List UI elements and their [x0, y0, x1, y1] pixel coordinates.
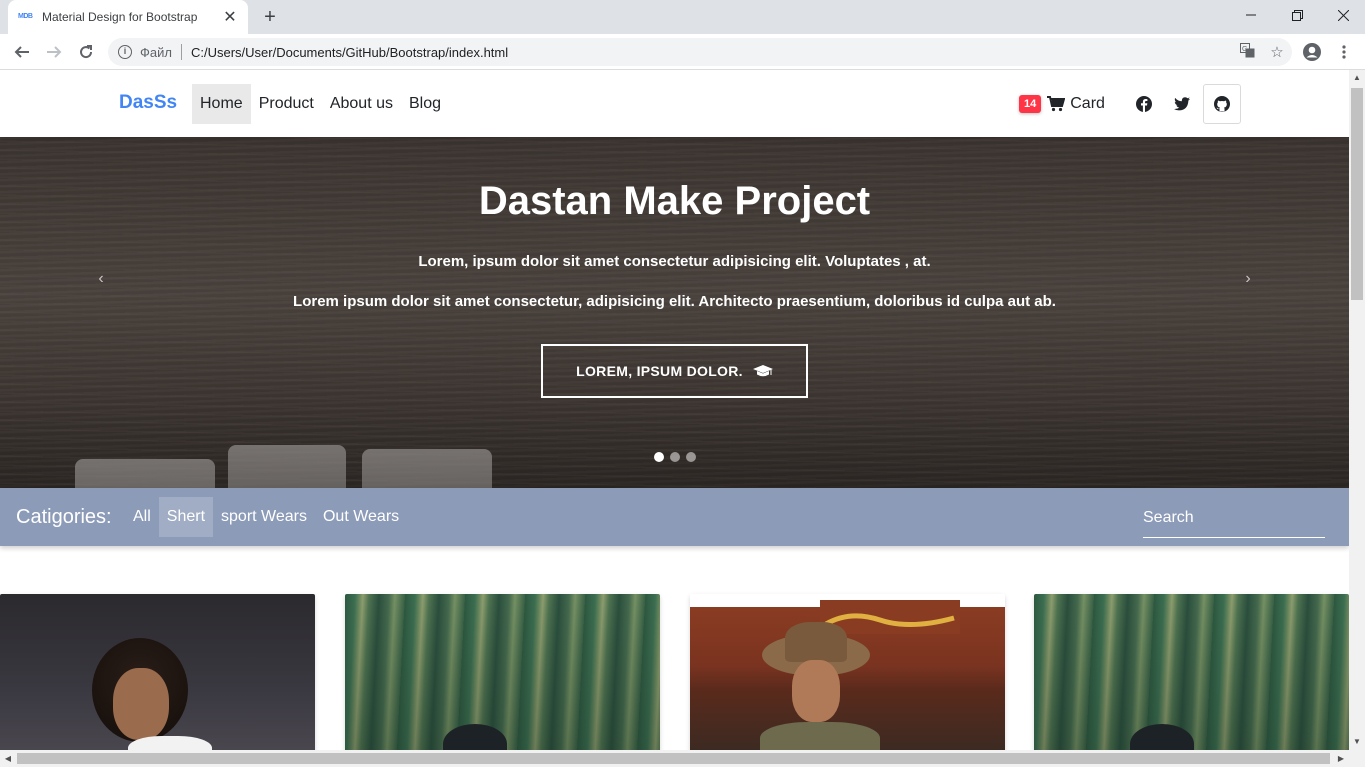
nav-link-blog[interactable]: Blog — [401, 84, 449, 124]
product-card[interactable] — [0, 594, 315, 750]
twitter-link[interactable] — [1163, 84, 1201, 124]
bookmark-star-icon[interactable]: ☆ — [1262, 43, 1292, 61]
svg-text:G: G — [1242, 46, 1247, 53]
browser-tabstrip: MDB Material Design for Bootstrap ✕ + — [0, 0, 1365, 34]
address-bar[interactable]: i Файл C:/Users/User/Documents/GitHub/Bo… — [108, 38, 1292, 66]
scroll-up-icon[interactable]: ▲ — [1349, 70, 1365, 86]
carousel-indicator[interactable] — [686, 452, 696, 462]
back-arrow-icon[interactable] — [8, 38, 36, 66]
translate-icon[interactable]: G — [1232, 42, 1262, 62]
twitter-icon — [1173, 97, 1190, 111]
hero-cta-button[interactable]: LOREM, IPSUM DOLOR. — [541, 344, 808, 398]
horizontal-scroll-thumb[interactable] — [17, 753, 1330, 764]
brand-logo[interactable]: DasSs — [119, 92, 177, 114]
keyboard-key-image — [362, 449, 492, 488]
tab-close-icon[interactable]: ✕ — [222, 7, 238, 27]
nav-link-home[interactable]: Home — [192, 84, 251, 124]
carousel-indicators — [654, 452, 702, 462]
category-links: All Shert sport Wears Out Wears — [125, 497, 407, 537]
facebook-link[interactable] — [1125, 84, 1163, 124]
facebook-icon — [1135, 96, 1152, 112]
category-shert[interactable]: Shert — [158, 497, 214, 537]
tab-title: Material Design for Bootstrap — [42, 10, 198, 24]
hero-text-line1: Lorem, ipsum dolor sit amet consectetur … — [418, 253, 931, 270]
forward-arrow-icon[interactable] — [40, 38, 68, 66]
carousel-next-icon[interactable]: › — [1238, 269, 1258, 289]
category-out-wears[interactable]: Out Wears — [315, 497, 407, 537]
mdb-favicon-icon: MDB — [18, 13, 33, 20]
graduation-cap-icon — [752, 365, 773, 377]
page-viewport: DasSs Home Product About us Blog 14 Card — [0, 70, 1349, 750]
hero-cta-label: LOREM, IPSUM DOLOR. — [576, 363, 743, 379]
hero-text-line2: Lorem ipsum dolor sit amet consectetur, … — [293, 293, 1056, 310]
cart-label: Card — [1070, 95, 1105, 112]
carousel-indicator[interactable] — [654, 452, 664, 462]
profile-icon[interactable] — [1298, 38, 1326, 66]
github-icon — [1213, 96, 1230, 112]
nav-link-about[interactable]: About us — [322, 84, 401, 124]
cart-link[interactable]: Card — [1047, 95, 1105, 113]
scroll-right-icon[interactable]: ▶ — [1333, 750, 1349, 767]
shopping-cart-icon — [1047, 96, 1066, 112]
product-image — [1130, 724, 1194, 750]
nav-link-product[interactable]: Product — [251, 84, 322, 124]
horizontal-scrollbar[interactable]: ◀ ▶ — [0, 750, 1365, 767]
address-url[interactable]: C:/Users/User/Documents/GitHub/Bootstrap… — [191, 45, 1232, 60]
product-image — [128, 736, 212, 750]
vertical-scrollbar[interactable]: ▲ ▼ — [1349, 70, 1365, 750]
site-navbar: DasSs Home Product About us Blog 14 Card — [0, 70, 1349, 137]
browser-toolbar: i Файл C:/Users/User/Documents/GitHub/Bo… — [0, 34, 1365, 70]
hero-title: Dastan Make Project — [478, 179, 871, 223]
product-image — [113, 668, 169, 740]
nav-right: 14 Card — [1019, 84, 1241, 124]
minimize-icon[interactable] — [1228, 0, 1274, 30]
nav-links: Home Product About us Blog — [192, 84, 449, 124]
cart-count-badge: 14 — [1019, 95, 1042, 113]
reload-icon[interactable] — [72, 38, 100, 66]
category-sport-wears[interactable]: sport Wears — [213, 497, 315, 537]
product-image — [785, 622, 847, 662]
product-image — [760, 722, 880, 750]
address-prefix: Файл — [140, 44, 172, 60]
browser-tab[interactable]: MDB Material Design for Bootstrap ✕ — [8, 0, 248, 34]
scroll-down-icon[interactable]: ▼ — [1349, 734, 1365, 750]
categories-bar: Catigories: All Shert sport Wears Out We… — [0, 488, 1349, 546]
search-input[interactable]: Search — [1143, 506, 1325, 538]
restore-icon[interactable] — [1274, 0, 1320, 30]
carousel-prev-icon[interactable]: ‹ — [91, 269, 111, 289]
github-link[interactable] — [1202, 84, 1241, 124]
product-card[interactable] — [690, 594, 1005, 750]
keyboard-key-image — [228, 445, 346, 488]
vertical-scroll-thumb[interactable] — [1351, 88, 1363, 300]
category-all[interactable]: All — [125, 497, 159, 537]
product-image — [443, 724, 507, 750]
product-card[interactable] — [345, 594, 660, 750]
new-tab-button[interactable]: + — [258, 5, 282, 29]
scroll-left-icon[interactable]: ◀ — [0, 750, 16, 767]
carousel-indicator[interactable] — [670, 452, 680, 462]
site-info-icon[interactable]: i — [118, 45, 132, 59]
categories-label: Catigories: — [16, 506, 112, 528]
hero-carousel: ‹ › Dastan Make Project Lorem, ipsum dol… — [0, 137, 1349, 488]
window-close-icon[interactable] — [1320, 0, 1365, 30]
product-image — [792, 660, 840, 722]
address-separator — [180, 44, 182, 60]
keyboard-key-image — [75, 459, 215, 488]
product-card[interactable] — [1034, 594, 1349, 750]
menu-kebab-icon[interactable] — [1330, 38, 1358, 66]
